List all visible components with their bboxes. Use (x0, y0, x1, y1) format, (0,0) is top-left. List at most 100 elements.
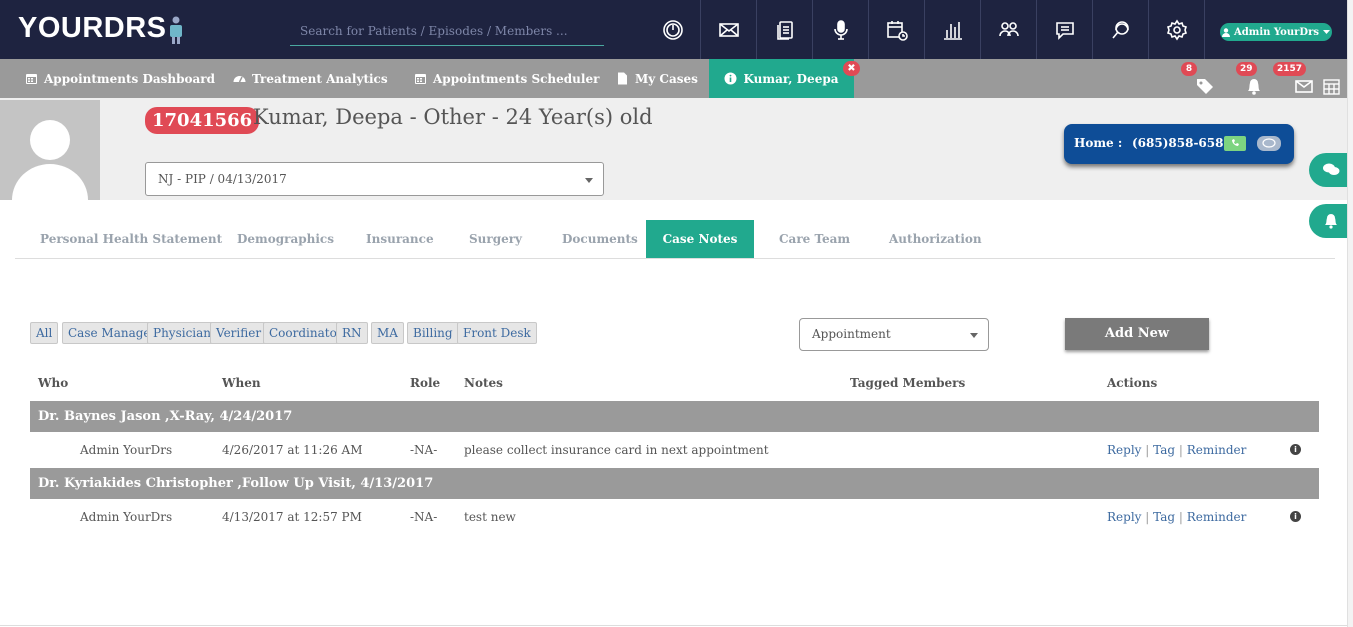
chat-icon[interactable] (1037, 0, 1093, 59)
nav-appointments-scheduler[interactable]: Appointments Scheduler (414, 59, 599, 98)
separator: | (1145, 510, 1150, 524)
note-actions: Reply | Tag | Reminder (1107, 443, 1246, 457)
episode-select[interactable]: NJ - PIP / 04/13/2017 (145, 162, 604, 196)
column-header-actions: Actions (1107, 376, 1158, 390)
filter-ma[interactable]: MA (371, 322, 404, 344)
appointment-select[interactable]: Appointment (799, 318, 989, 351)
avatar (0, 100, 100, 200)
nav-label: Treatment Analytics (252, 71, 388, 86)
settings-icon[interactable] (1149, 0, 1205, 59)
patient-title: Kumar, Deepa - Other - 24 Year(s) old (253, 105, 653, 129)
caret-down-icon (970, 333, 978, 338)
app-logo[interactable]: YOURDRS (18, 12, 167, 45)
nav-label: Appointments Scheduler (433, 71, 600, 86)
tab-case-notes[interactable]: Case Notes (646, 220, 754, 258)
reminder-link[interactable]: Reminder (1187, 443, 1247, 457)
scrollbar[interactable] (1347, 0, 1353, 627)
note-timestamp: 4/26/2017 at 11:26 AM (222, 443, 363, 457)
phone-label: Home : (1074, 136, 1123, 150)
column-header-tagged-members: Tagged Members (850, 376, 966, 390)
tag-link[interactable]: Tag (1153, 443, 1175, 457)
phone-contact-box: Home : (685)858-6585 (1064, 124, 1294, 164)
tab-authorization[interactable]: Authorization (889, 220, 982, 258)
note-role: -NA- (410, 510, 438, 524)
info-icon (724, 72, 737, 85)
doctor-figure-icon (170, 16, 182, 44)
phone-call-icon[interactable] (1224, 136, 1246, 151)
mail-icon[interactable] (701, 0, 757, 59)
calendar-icon[interactable] (1322, 76, 1342, 100)
bar-chart-icon[interactable] (925, 0, 981, 59)
note-text: please collect insurance card in next ap… (464, 443, 769, 457)
add-new-comments-button[interactable]: Add New Comments (1065, 318, 1209, 373)
tags-count-badge: 8 (1181, 62, 1197, 76)
filter-all[interactable]: All (30, 322, 59, 344)
tab-care-team[interactable]: Care Team (779, 220, 850, 258)
user-menu-button[interactable]: Admin YourDrs (1220, 23, 1332, 41)
calendar-clock-icon[interactable] (869, 0, 925, 59)
separator: | (1178, 443, 1183, 457)
patient-id-badge: 17041566 (145, 107, 260, 134)
appointment-select-value: Appointment (812, 327, 891, 341)
notifications-count-badge: 29 (1236, 62, 1257, 76)
top-bar: YOURDRS Search for Patients / Episodes /… (0, 0, 1353, 59)
nav-appointments-dashboard[interactable]: Appointments Dashboard (25, 59, 215, 98)
appointment-group-header[interactable]: Dr. Kyriakides Christopher ,Follow Up Vi… (30, 468, 1319, 499)
messages-count-badge: 2157 (1273, 62, 1307, 76)
nav-patient-tab[interactable]: Kumar, Deepa (709, 59, 854, 98)
filter-rn[interactable]: RN (336, 322, 368, 344)
user-icon (1222, 27, 1231, 37)
tab-surgery[interactable]: Surgery (469, 220, 522, 258)
column-header-who: Who (38, 376, 69, 390)
filter-verifier[interactable]: Verifier (210, 322, 268, 344)
calendar-icon (415, 74, 426, 84)
column-header-when: When (222, 376, 261, 390)
dashboard-icon (233, 76, 246, 83)
divider (0, 625, 1347, 626)
separator: | (1178, 510, 1183, 524)
separator: | (1145, 443, 1150, 457)
note-role: -NA- (410, 443, 438, 457)
envelope-icon[interactable] (1294, 76, 1314, 100)
close-tab-icon[interactable]: ✖ (843, 61, 860, 76)
search-input[interactable] (290, 16, 604, 46)
tab-documents[interactable]: Documents (562, 220, 638, 258)
bell-icon[interactable] (1244, 76, 1264, 100)
toolbar-icons (645, 0, 1205, 59)
appointment-group-header[interactable]: Dr. Baynes Jason ,X-Ray, 4/24/2017 (30, 401, 1319, 432)
info-icon[interactable]: i (1290, 444, 1301, 455)
note-text: test new (464, 510, 516, 524)
users-icon[interactable] (981, 0, 1037, 59)
episode-value: NJ - PIP / 04/13/2017 (158, 172, 287, 186)
patient-tabs: Personal Health Statement Demographics I… (15, 220, 1335, 259)
tags-icon[interactable] (1195, 76, 1215, 100)
nav-my-cases[interactable]: My Cases (616, 59, 698, 98)
tag-link[interactable]: Tag (1153, 510, 1175, 524)
chat-bubbles-icon (1323, 163, 1340, 175)
support-icon[interactable] (1093, 0, 1149, 59)
nav-label: Kumar, Deepa (743, 71, 839, 86)
nav-label: Appointments Dashboard (44, 71, 215, 86)
dashboard-gauge-icon[interactable] (645, 0, 701, 59)
tab-insurance[interactable]: Insurance (366, 220, 434, 258)
filter-billing[interactable]: Billing (407, 322, 459, 344)
documents-icon[interactable] (757, 0, 813, 59)
note-author: Admin YourDrs (80, 510, 173, 524)
filter-front-desk[interactable]: Front Desk (457, 322, 537, 344)
reply-link[interactable]: Reply (1107, 443, 1141, 457)
calendar-icon (26, 74, 37, 84)
column-header-role: Role (410, 376, 441, 390)
filter-physician[interactable]: Physician (147, 322, 218, 344)
sms-icon[interactable] (1257, 136, 1281, 151)
tab-personal-health-statement[interactable]: Personal Health Statement (40, 220, 222, 258)
note-timestamp: 4/13/2017 at 12:57 PM (222, 510, 362, 524)
phone-number: (685)858-6585 (1132, 136, 1232, 150)
reply-link[interactable]: Reply (1107, 510, 1141, 524)
nav-treatment-analytics[interactable]: Treatment Analytics (233, 59, 388, 98)
caret-down-icon (1322, 29, 1330, 34)
microphone-icon[interactable] (813, 0, 869, 59)
tab-demographics[interactable]: Demographics (237, 220, 334, 258)
reminder-link[interactable]: Reminder (1187, 510, 1247, 524)
caret-down-icon (585, 178, 593, 183)
info-icon[interactable]: i (1290, 511, 1301, 522)
